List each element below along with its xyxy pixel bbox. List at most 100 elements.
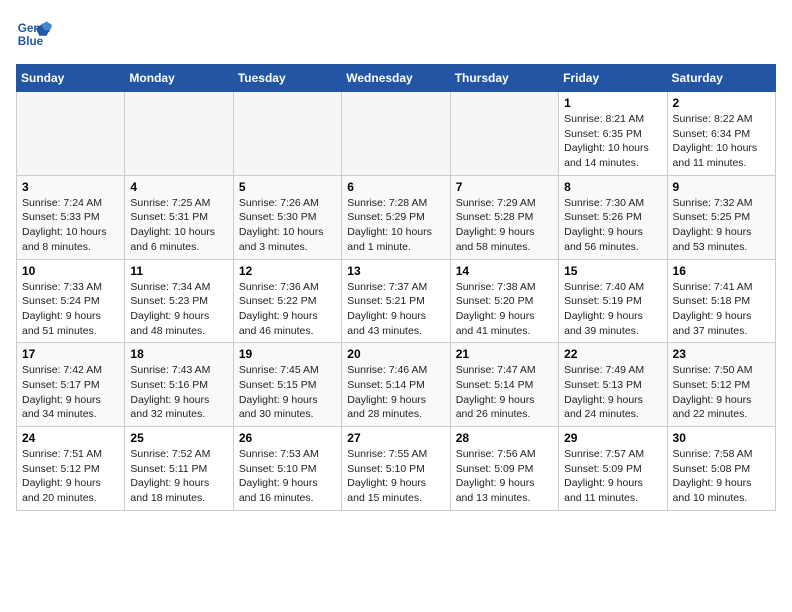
calendar-cell: 16 Sunrise: 7:41 AM Sunset: 5:18 PM Dayli…	[667, 259, 775, 343]
calendar-cell: 21Sunrise: 7:47 AM Sunset: 5:14 PM Dayli…	[450, 343, 558, 427]
day-info: Sunrise: 7:38 AM Sunset: 5:20 PM Dayligh…	[456, 280, 553, 339]
calendar-week-row: 17 Sunrise: 7:42 AM Sunset: 5:17 PM Dayli…	[17, 343, 776, 427]
day-number: 1	[564, 96, 661, 110]
day-number: 16	[673, 264, 770, 278]
weekday-header-friday: Friday	[559, 65, 667, 92]
day-info: Sunrise: 8:22 AM Sunset: 6:34 PM Dayligh…	[673, 112, 770, 171]
day-number: 23	[673, 347, 770, 361]
day-number: 24	[22, 431, 119, 445]
day-number: 2	[673, 96, 770, 110]
calendar-cell: 5 Sunrise: 7:26 AM Sunset: 5:30 PM Daylig…	[233, 175, 341, 259]
page-header: General Blue	[16, 16, 776, 52]
calendar-cell: 27 Sunrise: 7:55 AM Sunset: 5:10 PM Dayli…	[342, 427, 450, 511]
day-number: 5	[239, 180, 336, 194]
day-info: Sunrise: 7:26 AM Sunset: 5:30 PM Dayligh…	[239, 196, 336, 255]
day-number: 18	[130, 347, 227, 361]
day-info: Sunrise: 7:33 AM Sunset: 5:24 PM Dayligh…	[22, 280, 119, 339]
calendar-week-row: 24 Sunrise: 7:51 AM Sunset: 5:12 PM Dayli…	[17, 427, 776, 511]
calendar-cell: 25 Sunrise: 7:52 AM Sunset: 5:11 PM Dayli…	[125, 427, 233, 511]
calendar-cell: 8 Sunrise: 7:30 AM Sunset: 5:26 PM Daylig…	[559, 175, 667, 259]
weekday-header-thursday: Thursday	[450, 65, 558, 92]
day-number: 30	[673, 431, 770, 445]
day-number: 12	[239, 264, 336, 278]
weekday-header-wednesday: Wednesday	[342, 65, 450, 92]
weekday-header-tuesday: Tuesday	[233, 65, 341, 92]
calendar-header-row: SundayMondayTuesdayWednesdayThursdayFrid…	[17, 65, 776, 92]
day-info: Sunrise: 8:21 AM Sunset: 6:35 PM Dayligh…	[564, 112, 661, 171]
calendar-cell: 26Sunrise: 7:53 AM Sunset: 5:10 PM Dayli…	[233, 427, 341, 511]
day-info: Sunrise: 7:41 AM Sunset: 5:18 PM Dayligh…	[673, 280, 770, 339]
calendar-cell	[17, 92, 125, 176]
weekday-header-sunday: Sunday	[17, 65, 125, 92]
logo: General Blue	[16, 16, 56, 52]
calendar-cell: 9Sunrise: 7:32 AM Sunset: 5:25 PM Daylig…	[667, 175, 775, 259]
day-number: 9	[673, 180, 770, 194]
day-info: Sunrise: 7:25 AM Sunset: 5:31 PM Dayligh…	[130, 196, 227, 255]
calendar-cell: 20 Sunrise: 7:46 AM Sunset: 5:14 PM Dayli…	[342, 343, 450, 427]
day-number: 14	[456, 264, 553, 278]
day-info: Sunrise: 7:46 AM Sunset: 5:14 PM Dayligh…	[347, 363, 444, 422]
calendar-week-row: 1 Sunrise: 8:21 AM Sunset: 6:35 PM Daylig…	[17, 92, 776, 176]
day-info: Sunrise: 7:52 AM Sunset: 5:11 PM Dayligh…	[130, 447, 227, 506]
day-number: 20	[347, 347, 444, 361]
day-info: Sunrise: 7:50 AM Sunset: 5:12 PM Dayligh…	[673, 363, 770, 422]
day-info: Sunrise: 7:29 AM Sunset: 5:28 PM Dayligh…	[456, 196, 553, 255]
calendar-cell: 23 Sunrise: 7:50 AM Sunset: 5:12 PM Dayli…	[667, 343, 775, 427]
calendar-table: SundayMondayTuesdayWednesdayThursdayFrid…	[16, 64, 776, 511]
weekday-header-monday: Monday	[125, 65, 233, 92]
calendar-cell: 7Sunrise: 7:29 AM Sunset: 5:28 PM Daylig…	[450, 175, 558, 259]
day-info: Sunrise: 7:24 AM Sunset: 5:33 PM Dayligh…	[22, 196, 119, 255]
day-number: 22	[564, 347, 661, 361]
calendar-cell: 22 Sunrise: 7:49 AM Sunset: 5:13 PM Dayli…	[559, 343, 667, 427]
calendar-cell: 4 Sunrise: 7:25 AM Sunset: 5:31 PM Daylig…	[125, 175, 233, 259]
day-info: Sunrise: 7:45 AM Sunset: 5:15 PM Dayligh…	[239, 363, 336, 422]
weekday-header-saturday: Saturday	[667, 65, 775, 92]
day-number: 25	[130, 431, 227, 445]
day-info: Sunrise: 7:30 AM Sunset: 5:26 PM Dayligh…	[564, 196, 661, 255]
calendar-cell: 29 Sunrise: 7:57 AM Sunset: 5:09 PM Dayli…	[559, 427, 667, 511]
day-info: Sunrise: 7:51 AM Sunset: 5:12 PM Dayligh…	[22, 447, 119, 506]
day-number: 10	[22, 264, 119, 278]
day-info: Sunrise: 7:58 AM Sunset: 5:08 PM Dayligh…	[673, 447, 770, 506]
calendar-cell	[450, 92, 558, 176]
day-info: Sunrise: 7:49 AM Sunset: 5:13 PM Dayligh…	[564, 363, 661, 422]
calendar-cell: 24 Sunrise: 7:51 AM Sunset: 5:12 PM Dayli…	[17, 427, 125, 511]
day-number: 27	[347, 431, 444, 445]
calendar-cell: 12 Sunrise: 7:36 AM Sunset: 5:22 PM Dayli…	[233, 259, 341, 343]
day-number: 28	[456, 431, 553, 445]
calendar-cell: 14 Sunrise: 7:38 AM Sunset: 5:20 PM Dayli…	[450, 259, 558, 343]
day-info: Sunrise: 7:42 AM Sunset: 5:17 PM Dayligh…	[22, 363, 119, 422]
calendar-cell: 2 Sunrise: 8:22 AM Sunset: 6:34 PM Daylig…	[667, 92, 775, 176]
logo-icon: General Blue	[16, 16, 52, 52]
day-number: 29	[564, 431, 661, 445]
calendar-cell: 15 Sunrise: 7:40 AM Sunset: 5:19 PM Dayli…	[559, 259, 667, 343]
day-number: 15	[564, 264, 661, 278]
day-number: 11	[130, 264, 227, 278]
day-number: 21	[456, 347, 553, 361]
calendar-cell: 17 Sunrise: 7:42 AM Sunset: 5:17 PM Dayli…	[17, 343, 125, 427]
day-number: 8	[564, 180, 661, 194]
day-number: 6	[347, 180, 444, 194]
day-number: 17	[22, 347, 119, 361]
calendar-cell	[342, 92, 450, 176]
calendar-cell: 18 Sunrise: 7:43 AM Sunset: 5:16 PM Dayli…	[125, 343, 233, 427]
calendar-cell: 10 Sunrise: 7:33 AM Sunset: 5:24 PM Dayli…	[17, 259, 125, 343]
day-info: Sunrise: 7:40 AM Sunset: 5:19 PM Dayligh…	[564, 280, 661, 339]
day-info: Sunrise: 7:57 AM Sunset: 5:09 PM Dayligh…	[564, 447, 661, 506]
day-number: 19	[239, 347, 336, 361]
calendar-cell: 3 Sunrise: 7:24 AM Sunset: 5:33 PM Daylig…	[17, 175, 125, 259]
calendar-cell: 30 Sunrise: 7:58 AM Sunset: 5:08 PM Dayli…	[667, 427, 775, 511]
day-number: 4	[130, 180, 227, 194]
day-number: 13	[347, 264, 444, 278]
day-info: Sunrise: 7:37 AM Sunset: 5:21 PM Dayligh…	[347, 280, 444, 339]
calendar-cell	[233, 92, 341, 176]
calendar-cell: 28Sunrise: 7:56 AM Sunset: 5:09 PM Dayli…	[450, 427, 558, 511]
calendar-cell: 19 Sunrise: 7:45 AM Sunset: 5:15 PM Dayli…	[233, 343, 341, 427]
day-number: 3	[22, 180, 119, 194]
day-info: Sunrise: 7:43 AM Sunset: 5:16 PM Dayligh…	[130, 363, 227, 422]
day-info: Sunrise: 7:55 AM Sunset: 5:10 PM Dayligh…	[347, 447, 444, 506]
svg-text:Blue: Blue	[18, 35, 44, 48]
day-info: Sunrise: 7:34 AM Sunset: 5:23 PM Dayligh…	[130, 280, 227, 339]
day-info: Sunrise: 7:36 AM Sunset: 5:22 PM Dayligh…	[239, 280, 336, 339]
calendar-cell	[125, 92, 233, 176]
